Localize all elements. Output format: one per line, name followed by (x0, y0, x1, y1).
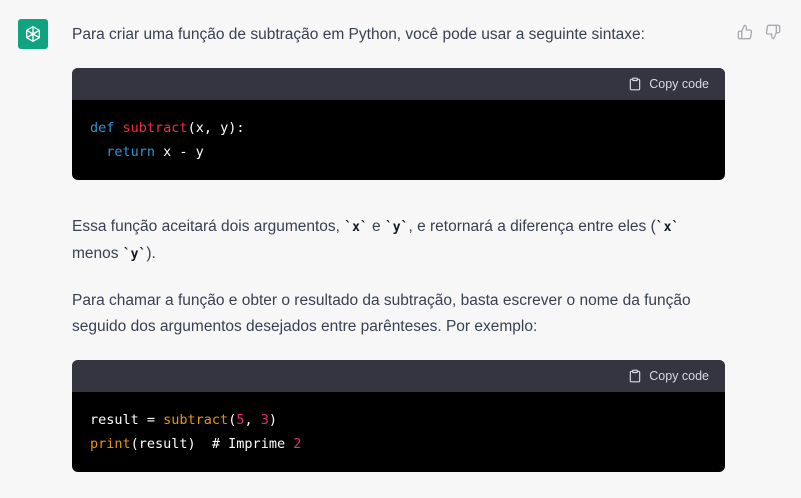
intro-paragraph: Para criar uma função de subtração em Py… (72, 26, 645, 43)
inline-code: `x` (655, 220, 680, 235)
inline-code: `y` (122, 247, 147, 262)
thumbs-up-icon[interactable] (737, 24, 753, 40)
code-content: def subtract(x, y): return x - y (72, 100, 725, 180)
code-content: result = subtract(5, 3) print(result) # I… (72, 392, 725, 472)
code-line: def subtract(x, y): (90, 120, 245, 136)
code-line: result = subtract(5, 3) (90, 412, 278, 428)
code-line: return x - y (106, 144, 204, 160)
code-line: print(result) # Imprime 2 (90, 436, 302, 452)
assistant-avatar (18, 19, 48, 49)
copy-code-button[interactable]: Copy code (628, 71, 709, 97)
code-block-1: Copy code def subtract(x, y): return x -… (72, 68, 725, 180)
inline-code: `y` (384, 220, 409, 235)
copy-code-label: Copy code (649, 369, 709, 383)
code-block-header: Copy code (72, 68, 725, 100)
feedback-buttons (737, 24, 781, 40)
thumbs-down-icon[interactable] (765, 24, 781, 40)
clipboard-icon (629, 77, 641, 91)
clipboard-icon (629, 369, 641, 383)
code-block-2: Copy code result = subtract(5, 3) print(r… (72, 360, 725, 472)
assistant-message: Para criar uma função de subtração em Py… (72, 22, 725, 472)
usage-paragraph: Para chamar a função e obter o resultado… (72, 292, 691, 335)
code-block-header: Copy code (72, 360, 725, 392)
copy-code-label: Copy code (649, 77, 709, 91)
copy-code-button[interactable]: Copy code (628, 363, 709, 389)
inline-code: `x` (344, 220, 368, 235)
openai-logo-icon (26, 26, 40, 42)
explanation-paragraph: Essa função aceitará dois argumentos, `x… (72, 218, 680, 262)
